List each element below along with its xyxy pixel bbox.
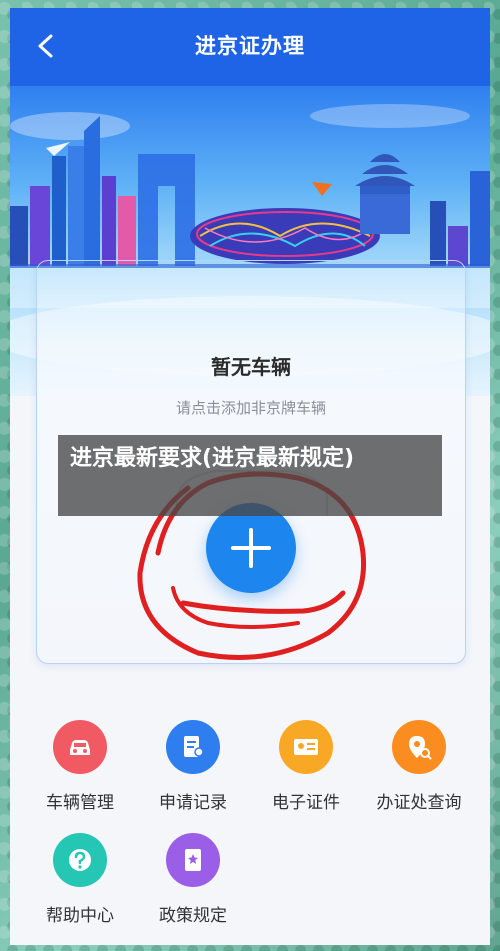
add-vehicle-hint: 请点击添加非京牌车辆 xyxy=(175,399,326,417)
menu-item-policy-regulations[interactable]: 政策规定 xyxy=(133,823,253,926)
article-title-overlay: 进京最新要求(进京最新规定) xyxy=(58,435,442,516)
page-title: 进京证办理 xyxy=(195,34,305,58)
menu-label: 申请记录 xyxy=(159,793,227,813)
menu-label: 办证处查询 xyxy=(376,793,462,813)
menu-label: 电子证件 xyxy=(272,793,340,813)
menu-item-electronic-certificate[interactable]: 电子证件 xyxy=(246,710,366,813)
plus-icon xyxy=(231,528,271,568)
menu-icon-bg xyxy=(392,720,446,774)
menu-icon-bg xyxy=(279,720,333,774)
empty-vehicle-heading: 暂无车辆 xyxy=(211,355,291,379)
menu-icon-bg xyxy=(166,720,220,774)
policy-book-icon xyxy=(185,849,201,871)
menu-item-office-query[interactable]: 办证处查询 xyxy=(359,710,479,813)
id-card-icon xyxy=(294,739,318,755)
document-icon xyxy=(184,736,204,757)
car-icon xyxy=(70,740,90,755)
menu-item-help-center[interactable]: 帮助中心 xyxy=(20,823,140,926)
nav-header: 进京证办理 xyxy=(10,8,490,86)
article-title: 进京最新要求(进京最新规定) xyxy=(70,446,355,471)
question-icon xyxy=(69,849,91,871)
menu-icon-bg xyxy=(53,833,107,887)
menu-icon-bg xyxy=(53,720,107,774)
menu-icon-bg xyxy=(166,833,220,887)
menu-label: 车辆管理 xyxy=(46,793,114,813)
add-vehicle-button[interactable] xyxy=(206,503,296,593)
menu-item-vehicle-management[interactable]: 车辆管理 xyxy=(20,710,140,813)
menu-item-application-records[interactable]: 申请记录 xyxy=(133,710,253,813)
menu-label: 政策规定 xyxy=(159,906,227,926)
menu-label: 帮助中心 xyxy=(46,906,114,926)
location-search-icon xyxy=(409,736,432,760)
